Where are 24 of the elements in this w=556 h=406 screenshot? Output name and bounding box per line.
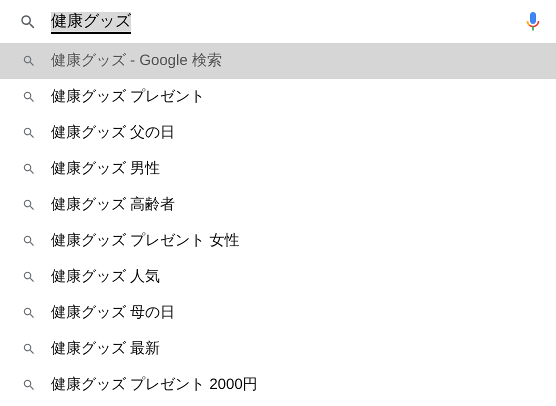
suggestion-item[interactable]: 健康グッズ - Google 検索 (0, 43, 556, 79)
suggestion-text: 健康グッズ 男性 (51, 158, 160, 179)
suggestion-text: 健康グッズ 父の日 (51, 122, 176, 143)
suggestion-text: 健康グッズ 高齢者 (51, 194, 176, 215)
suggestion-text: 健康グッズ 最新 (51, 338, 160, 359)
suggestion-text: 健康グッズ 人気 (51, 266, 160, 287)
search-field[interactable]: 健康グッズ (51, 12, 131, 34)
search-icon (22, 54, 36, 68)
search-icon (22, 306, 36, 320)
suggestion-text: 健康グッズ - Google 検索 (51, 50, 222, 71)
microphone-icon[interactable] (526, 10, 540, 32)
search-icon (22, 162, 36, 176)
search-icon (22, 270, 36, 284)
suggestion-text: 健康グッズ プレゼント (51, 86, 206, 107)
search-icon (22, 378, 36, 392)
search-icon (22, 342, 36, 356)
suggestion-text: 健康グッズ プレゼント 2000円 (51, 374, 258, 395)
search-icon (22, 90, 36, 104)
suggestion-text: 健康グッズ プレゼント 女性 (51, 230, 240, 251)
suggestion-text: 健康グッズ 母の日 (51, 302, 176, 323)
search-icon (22, 126, 36, 140)
search-icon (19, 12, 37, 30)
search-icon (22, 198, 36, 212)
search-icon (22, 234, 36, 248)
